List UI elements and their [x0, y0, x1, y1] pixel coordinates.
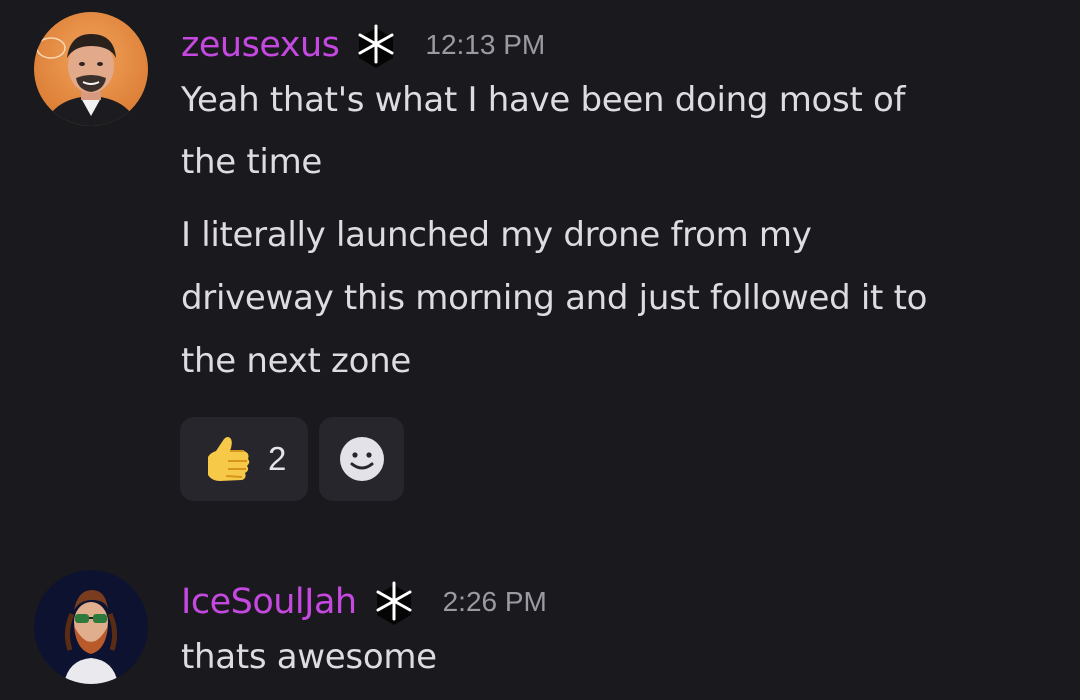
message-text-line: Yeah that's what I have been doing most …: [181, 80, 906, 120]
reaction-count: 2: [268, 440, 287, 477]
thumbs-up-icon: [198, 431, 254, 487]
timestamp: 12:13 PM: [425, 29, 546, 60]
server-tag-icon[interactable]: [371, 577, 417, 627]
avatar[interactable]: [34, 570, 148, 684]
message-text-line: the time: [181, 142, 323, 182]
timestamp: 2:26 PM: [442, 586, 547, 617]
username[interactable]: IceSoulJah: [181, 582, 357, 622]
message-text-line: I literally launched my drone from my: [181, 215, 812, 255]
message-text-line: thats awesome: [181, 637, 437, 677]
message-header: zeusexus 12:13 PM: [181, 20, 545, 70]
avatar-image: [34, 570, 148, 684]
reaction-thumbs-up[interactable]: 2: [180, 417, 308, 501]
avatar-image: [34, 12, 148, 126]
username[interactable]: zeusexus: [181, 25, 340, 65]
message-header: IceSoulJah 2:26 PM: [181, 577, 547, 627]
add-reaction-icon: [338, 435, 386, 483]
add-reaction-button[interactable]: [319, 417, 404, 501]
message-text-line: the next zone: [181, 341, 411, 381]
server-tag-icon[interactable]: [353, 20, 399, 70]
message-text-line: driveway this morning and just followed …: [181, 278, 928, 318]
avatar[interactable]: [34, 12, 148, 126]
